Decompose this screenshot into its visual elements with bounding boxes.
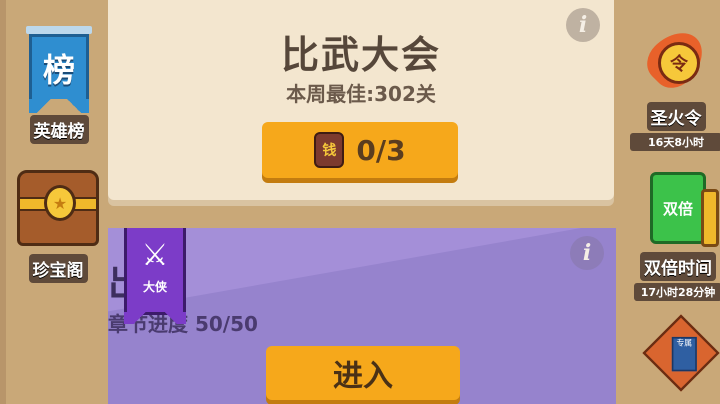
rank-badge-label: 大侠: [142, 280, 167, 294]
leaderboard-icon-char: 榜: [42, 51, 75, 89]
token-badge-icon: 令: [658, 42, 700, 84]
flame-icon: 令: [638, 21, 714, 97]
banner-rod: [26, 26, 92, 34]
tournament-info-icon[interactable]: i: [566, 8, 600, 42]
tournament-title: 比武大会: [280, 33, 441, 77]
tournament-best-record: 本周最佳:302关: [286, 82, 436, 106]
chest-star-lock-icon: ★: [44, 185, 76, 221]
treasure-chest-icon: ★: [17, 170, 99, 246]
hero-rank-badge: ⚔ 大侠: [124, 228, 186, 324]
leaderboard-label: 英雄榜: [29, 115, 89, 144]
background-edge: [0, 0, 6, 404]
tournament-attempts-button[interactable]: 钱 0/3: [262, 122, 458, 178]
holy-fire-label: 圣火令: [646, 102, 706, 131]
leaderboard-banner-icon: 榜: [29, 34, 89, 113]
attempts-count: 0/3: [356, 133, 406, 167]
crossed-swords-icon: ⚔: [141, 238, 169, 273]
tournament-panel: 比武大会 本周最佳:302关 i 钱 0/3: [108, 0, 614, 200]
leaderboard-button[interactable]: 榜 英雄榜: [14, 26, 104, 144]
exclusive-button[interactable]: 专属: [636, 314, 720, 392]
adventure-info-icon[interactable]: i: [570, 236, 604, 270]
double-time-button[interactable]: 双倍 双倍时间 17小时28分钟: [634, 172, 720, 301]
treasure-label: 珍宝阁: [28, 254, 88, 283]
holy-fire-timer: 16天8小时: [630, 133, 720, 151]
exclusive-diamond-icon: 专属: [642, 314, 720, 392]
book-icon: 专属: [671, 336, 697, 372]
coin-icon: 钱: [314, 132, 345, 168]
double-card-icon: 双倍: [650, 172, 719, 247]
holy-fire-token-button[interactable]: 令 圣火令 16天8小时: [630, 21, 720, 151]
double-icon-text: 双倍: [662, 199, 693, 218]
double-time-timer: 17小时28分钟: [634, 283, 720, 301]
double-time-label: 双倍时间: [640, 252, 716, 281]
enter-button[interactable]: 进入: [266, 346, 460, 400]
treasure-pavilion-button[interactable]: ★ 珍宝阁: [12, 170, 104, 283]
